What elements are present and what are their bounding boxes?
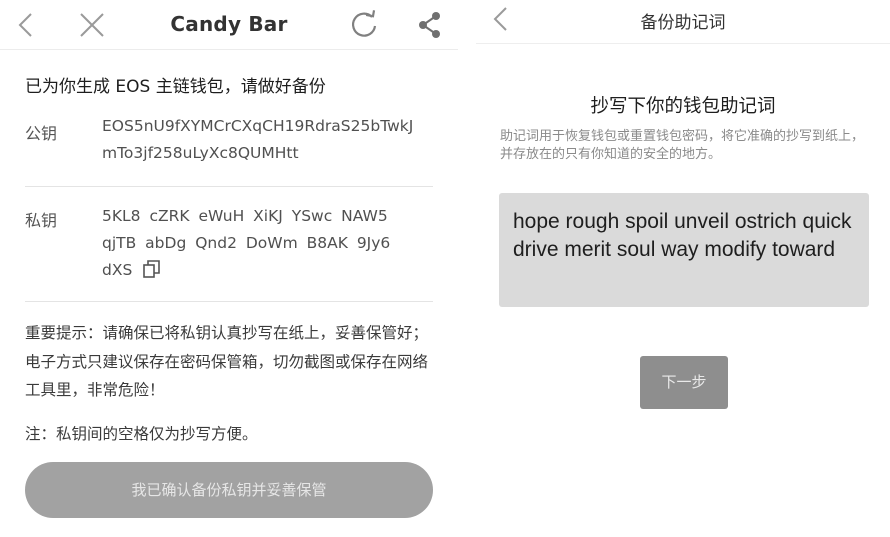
mnemonic-phrase-box: hope rough spoil unveil ostrich quick dr… [499,193,869,307]
backup-warning-text: 重要提示：请确保已将私钥认真抄写在纸上，妥善保管好；电子方式只建议保存在密码保管… [25,324,429,399]
space-note-text: 注：私钥间的空格仅为抄写方便。 [25,425,258,443]
copy-icon[interactable] [142,259,162,279]
private-key-line-text: dXS [102,261,133,279]
private-key-value: 5KL8 cZRK eWuH XiKJ YSwc NAW5 qjTB abDg … [102,203,447,284]
nav-bar: 备份助记词 [476,0,890,44]
private-key-line: qjTB abDg Qnd2 DoWm B8AK 9Jy6 [102,234,391,252]
private-key-line: 5KL8 cZRK eWuH XiKJ YSwc NAW5 [102,207,388,225]
share-icon[interactable] [416,10,444,40]
nav-bar: Candy Bar [0,0,458,50]
public-key-value: EOS5nU9fXYMCrCXqCH19RdraS25bTwkJ mTo3jf2… [102,113,447,167]
mnemonic-backup-screen: 备份助记词 抄写下你的钱包助记词 助记词用于恢复钱包或重置钱包密码，将它准确的抄… [476,0,890,537]
page-title: Candy Bar [170,12,288,36]
public-key-line: EOS5nU9fXYMCrCXqCH19RdraS25bTwkJ [102,117,414,135]
wallet-generated-headline: 已为你生成 EOS 主链钱包，请做好备份 [25,77,326,97]
divider [25,186,433,187]
confirm-backup-button[interactable]: 我已确认备份私钥并妥善保管 [25,462,433,518]
private-key-line: dXS [102,257,447,284]
divider [25,301,433,302]
refresh-icon[interactable] [350,10,380,40]
public-key-line: mTo3jf258uLyXc8QUMHtt [102,144,299,162]
page-title: 备份助记词 [640,13,726,33]
public-key-label: 公钥 [25,124,58,143]
mnemonic-description: 助记词用于恢复钱包或重置钱包密码，将它准确的抄写到纸上，并存放在的只有你知道的安… [500,129,865,162]
next-step-button[interactable]: 下一步 [640,356,728,409]
mnemonic-heading: 抄写下你的钱包助记词 [590,96,776,117]
private-key-label: 私钥 [25,211,58,230]
wallet-backup-screen: Candy Bar 已为你生成 EOS 主链钱包，请做好备份 公钥 EOS5nU… [0,0,458,537]
